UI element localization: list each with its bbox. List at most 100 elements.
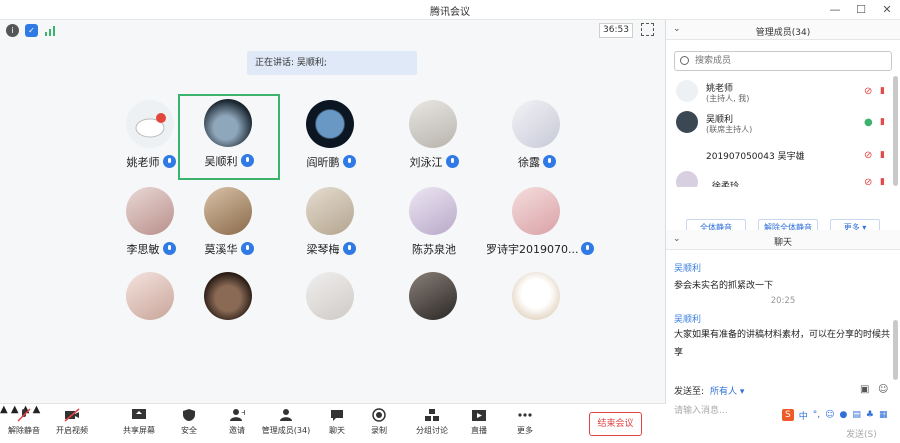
sogou-ime-icon[interactable]: S bbox=[782, 409, 794, 421]
shield-icon[interactable]: ✓ bbox=[25, 24, 38, 37]
participant-tile[interactable] bbox=[280, 267, 382, 353]
avatar bbox=[676, 111, 698, 133]
participant-name: 刘泳江 bbox=[409, 156, 443, 169]
video-gallery: i ✓ 36:53 正在讲话: 吴顺利; 姚老师 吴顺利 阎昕鹏 刘泳江 徐露 … bbox=[0, 20, 666, 403]
svg-text:+: + bbox=[241, 408, 245, 417]
share-screen-button[interactable]: 共享屏幕 bbox=[119, 408, 159, 436]
breakout-icon bbox=[424, 408, 440, 422]
avatar bbox=[409, 187, 457, 235]
ime-emoji-icon[interactable]: ☺ bbox=[825, 410, 834, 420]
participant-name: 阎昕鹏 bbox=[306, 156, 340, 169]
image-icon[interactable]: ▣ bbox=[860, 384, 869, 395]
title-bar: 腾讯会议 — ☐ ✕ bbox=[0, 0, 900, 20]
participant-tile[interactable]: 罗诗宇2019070... bbox=[486, 182, 595, 268]
chat-message: 大家如果有准备的讲稿材料素材，可以在分享的时候共享 bbox=[674, 330, 891, 358]
breakout-button[interactable]: 分组讨论 bbox=[412, 408, 452, 436]
camera-off-icon[interactable]: ▮ bbox=[880, 86, 885, 96]
mic-muted-icon[interactable]: ⊘ bbox=[864, 177, 872, 187]
mic-icon[interactable]: ● bbox=[864, 117, 873, 128]
participant-name: 姚老师 bbox=[126, 156, 160, 169]
avatar bbox=[676, 144, 698, 166]
maximize-icon[interactable]: ☐ bbox=[850, 1, 872, 19]
chat-button[interactable]: 聊天 bbox=[322, 408, 352, 436]
mention-icon[interactable]: ☺ bbox=[878, 384, 888, 395]
avatar bbox=[676, 80, 698, 102]
live-icon bbox=[471, 408, 487, 422]
camera-off-icon[interactable]: ▮ bbox=[880, 177, 885, 187]
security-button[interactable]: 安全 bbox=[174, 408, 204, 436]
side-panel: ⌄ 管理成员(34) 姚老师 (主持人, 我) ⊘ ▮ 吴顺利 (联席主持人) … bbox=[666, 20, 900, 443]
signal-icon[interactable] bbox=[44, 24, 57, 37]
ime-menu-icon[interactable]: ▦ bbox=[879, 410, 888, 420]
participant-name: 徐露 bbox=[518, 156, 540, 169]
member-row[interactable]: 吴顺利 (联席主持人) ● ▮ bbox=[666, 107, 900, 139]
ime-keyboard-icon[interactable]: ▤ bbox=[852, 410, 861, 420]
participant-name: 梁琴梅 bbox=[306, 243, 340, 256]
minimize-icon[interactable]: — bbox=[824, 1, 846, 19]
members-icon bbox=[278, 408, 294, 422]
mic-icon bbox=[162, 242, 176, 255]
chat-sender: 吴顺利 bbox=[674, 315, 702, 325]
participant-tile[interactable] bbox=[383, 267, 485, 353]
participant-name: 罗诗宇2019070... bbox=[486, 243, 579, 256]
participant-tile[interactable] bbox=[486, 267, 588, 353]
members-scrollbar[interactable] bbox=[893, 76, 898, 186]
participant-tile[interactable] bbox=[178, 267, 280, 353]
ime-mic-icon[interactable]: ● bbox=[840, 410, 848, 420]
avatar bbox=[409, 272, 457, 320]
record-icon bbox=[371, 408, 387, 422]
ime-punct-icon[interactable]: °, bbox=[813, 410, 820, 420]
send-to-selector[interactable]: 发送至: 所有人 ▾ bbox=[674, 384, 744, 397]
member-row[interactable]: 徐柔玲 ⊘ ▮ bbox=[666, 167, 900, 187]
mic-muted-icon bbox=[16, 408, 32, 422]
avatar bbox=[204, 99, 252, 147]
manage-members-button[interactable]: 管理成员(34) bbox=[258, 408, 314, 436]
record-button[interactable]: 录制 bbox=[364, 408, 394, 436]
ime-chinese-icon[interactable]: 中 bbox=[799, 409, 808, 422]
participant-tile[interactable]: 陈苏泉池 bbox=[383, 182, 485, 268]
participant-tile-active[interactable]: 吴顺利 bbox=[178, 94, 280, 180]
chat-scrollbar[interactable] bbox=[893, 320, 898, 380]
live-button[interactable]: 直播 bbox=[464, 408, 494, 436]
unmute-button[interactable]: 解除静音 bbox=[4, 408, 44, 436]
chat-icon bbox=[329, 408, 345, 422]
members-panel-header[interactable]: ⌄ 管理成员(34) bbox=[666, 20, 900, 40]
ime-skin-icon[interactable]: ♣ bbox=[866, 410, 874, 420]
mic-muted-icon[interactable]: ⊘ bbox=[864, 86, 872, 97]
camera-off-icon[interactable]: ▮ bbox=[880, 150, 885, 160]
mic-icon bbox=[342, 155, 356, 168]
end-meeting-button[interactable]: 结束会议 bbox=[589, 412, 642, 436]
member-search[interactable] bbox=[674, 51, 892, 71]
mic-icon bbox=[162, 155, 176, 168]
search-input[interactable] bbox=[695, 52, 885, 70]
mic-muted-icon[interactable]: ⊘ bbox=[864, 150, 872, 161]
mic-icon bbox=[342, 242, 356, 255]
participant-name: 吴顺利 bbox=[204, 155, 238, 168]
chat-input[interactable]: 请输入消息... bbox=[674, 403, 728, 416]
close-icon[interactable]: ✕ bbox=[876, 1, 898, 19]
member-row[interactable]: 姚老师 (主持人, 我) ⊘ ▮ bbox=[666, 76, 900, 108]
participant-tile[interactable]: 莫溪华 bbox=[178, 182, 280, 268]
participant-tile[interactable]: 梁琴梅 bbox=[280, 182, 382, 268]
avatar bbox=[306, 187, 354, 235]
participant-tile[interactable]: 刘泳江 bbox=[383, 95, 485, 181]
camera-off-icon[interactable]: ▮ bbox=[880, 117, 885, 127]
invite-button[interactable]: + 邀请 bbox=[222, 408, 252, 436]
search-icon bbox=[680, 56, 689, 65]
avatar bbox=[676, 171, 698, 187]
fullscreen-icon[interactable] bbox=[641, 23, 654, 36]
more-button[interactable]: 更多 bbox=[510, 408, 540, 436]
participant-tile[interactable]: 阎昕鹏 bbox=[280, 95, 382, 181]
chat-panel-header[interactable]: ⌄ 聊天 bbox=[666, 230, 900, 250]
avatar bbox=[306, 272, 354, 320]
ime-toolbar: S 中 °, ☺ ● ▤ ♣ ▦ bbox=[782, 406, 887, 424]
participant-tile[interactable]: 徐露 bbox=[486, 95, 588, 181]
avatar bbox=[409, 100, 457, 148]
avatar bbox=[126, 187, 174, 235]
avatar bbox=[204, 272, 252, 320]
more-icon bbox=[517, 408, 533, 422]
info-icon[interactable]: i bbox=[6, 24, 19, 37]
start-video-button[interactable]: 开启视频 bbox=[52, 408, 92, 436]
send-button[interactable]: 发送(S) bbox=[846, 427, 877, 440]
mic-icon bbox=[445, 155, 459, 168]
